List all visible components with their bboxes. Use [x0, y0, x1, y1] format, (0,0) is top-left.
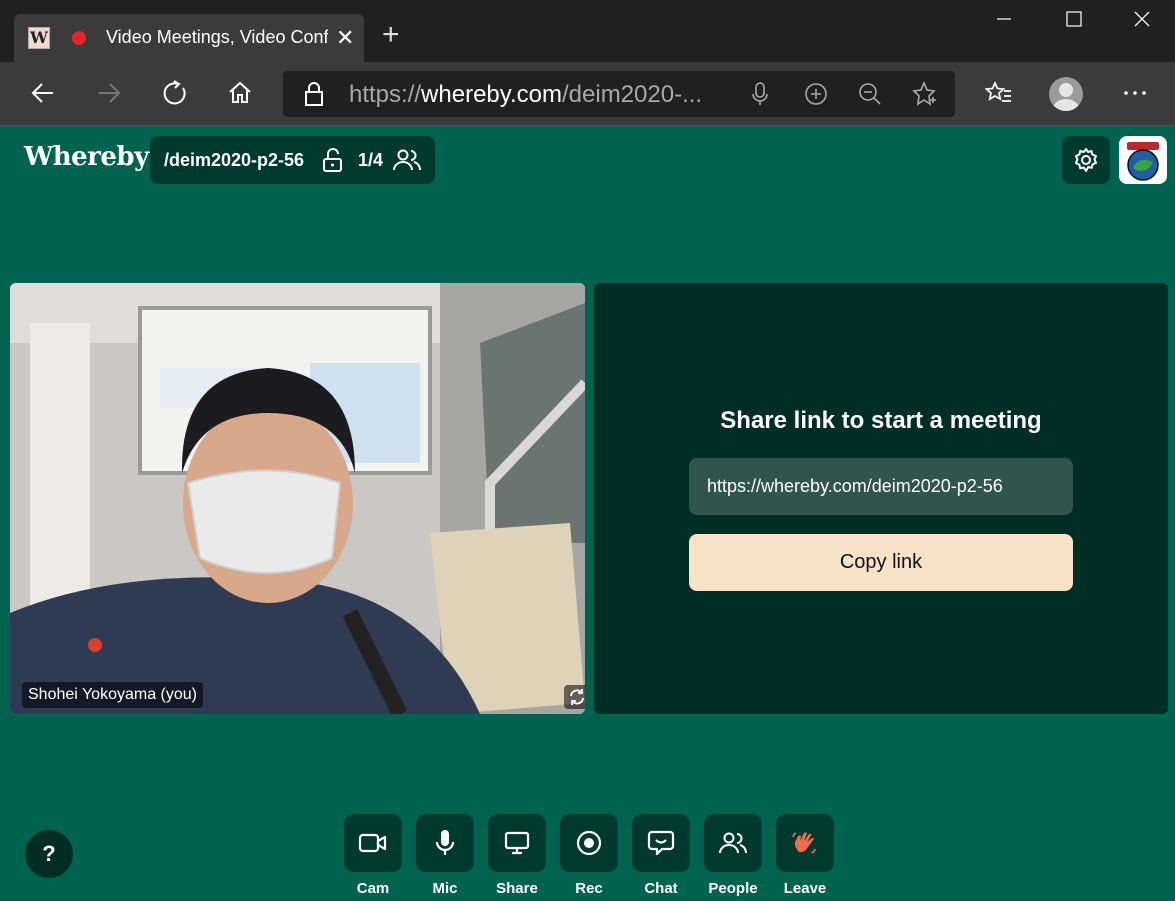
mic-control[interactable]: Mic [416, 814, 474, 897]
rec-button[interactable] [560, 814, 618, 872]
favorites-list-icon[interactable] [982, 76, 1016, 110]
microphone-permission-icon[interactable] [745, 79, 775, 109]
mic-label: Mic [432, 880, 458, 897]
chat-control[interactable]: Chat [632, 814, 690, 897]
forward-icon[interactable] [92, 76, 126, 110]
self-video-tile[interactable]: Shohei Yokoyama (you) [10, 283, 585, 714]
room-name: /deim2020-p2-56 [164, 150, 305, 170]
people-icon [719, 832, 747, 854]
participant-name-label: Shohei Yokoyama (you) [22, 682, 203, 708]
share-label: Share [496, 880, 538, 897]
share-link-panel: Share link to start a meeting https://wh… [594, 283, 1168, 714]
address-url[interactable]: https://whereby.com/deim2020-... [349, 81, 702, 109]
zoom-in-icon[interactable] [801, 79, 831, 109]
zoom-out-icon[interactable] [855, 79, 885, 109]
chat-button[interactable] [632, 814, 690, 872]
home-icon[interactable] [223, 76, 257, 110]
record-icon [576, 830, 602, 856]
participant-count: 1/4 [358, 150, 384, 170]
maximize-icon[interactable] [1066, 10, 1082, 33]
settings-button[interactable] [1062, 136, 1110, 184]
share-heading: Share link to start a meeting [720, 407, 1042, 434]
people-label: People [708, 880, 758, 897]
close-window-icon[interactable] [1134, 10, 1150, 33]
share-button[interactable] [488, 814, 546, 872]
minimize-icon[interactable] [996, 10, 1012, 33]
browser-toolbar: https://whereby.com/deim2020-... [0, 62, 1175, 126]
share-control[interactable]: Share [488, 814, 546, 897]
rec-control[interactable]: Rec [560, 814, 618, 897]
close-tab-icon[interactable]: ✕ [336, 25, 354, 51]
browser-tab[interactable]: W Video Meetings, Video Conf ✕ [14, 14, 364, 62]
more-menu-icon[interactable] [1118, 76, 1152, 110]
microphone-icon [435, 830, 455, 855]
rec-label: Rec [575, 880, 603, 897]
wave-hand-icon [792, 832, 816, 854]
camera-feed-image [10, 283, 585, 714]
refresh-icon[interactable] [158, 76, 192, 110]
people-icon [392, 146, 422, 179]
mic-button[interactable] [416, 814, 474, 872]
favorite-star-icon[interactable] [909, 79, 939, 109]
copy-link-button[interactable]: Copy link [689, 534, 1073, 591]
address-bar[interactable]: https://whereby.com/deim2020-... [283, 71, 955, 117]
profile-avatar-icon[interactable] [1049, 77, 1083, 111]
leave-button[interactable] [776, 814, 834, 872]
screen-share-icon [504, 831, 530, 855]
leave-control[interactable]: Leave [776, 814, 834, 897]
chat-icon [647, 830, 675, 856]
leave-label: Leave [783, 880, 827, 897]
team-badge-icon [1127, 142, 1159, 181]
room-link-field[interactable]: https://whereby.com/deim2020-p2-56 [689, 458, 1073, 515]
unlocked-icon[interactable] [320, 147, 346, 178]
cam-control[interactable]: Cam [344, 814, 402, 897]
whereby-favicon-icon: W [28, 27, 50, 49]
people-button[interactable] [704, 814, 762, 872]
recording-indicator-icon [72, 31, 86, 45]
room-info[interactable]: /deim2020-p2-56 1/4 [150, 136, 435, 184]
organization-logo[interactable] [1119, 136, 1167, 184]
gear-icon [1075, 148, 1097, 172]
cam-button[interactable] [344, 814, 402, 872]
chat-label: Chat [644, 880, 678, 897]
new-tab-icon[interactable]: + [382, 20, 400, 50]
cam-label: Cam [356, 880, 390, 897]
people-control[interactable]: People [704, 814, 762, 897]
browser-tab-bar: W Video Meetings, Video Conf ✕ + [0, 0, 1175, 62]
camera-icon [358, 833, 387, 853]
camera-switch-icon [570, 689, 584, 705]
back-icon[interactable] [26, 76, 60, 110]
tab-title: Video Meetings, Video Conf [106, 27, 328, 47]
lock-icon[interactable] [299, 79, 329, 109]
whereby-logo[interactable]: Whereby [24, 142, 149, 172]
flip-camera-button[interactable] [564, 685, 585, 709]
help-button[interactable]: ? [25, 830, 73, 878]
